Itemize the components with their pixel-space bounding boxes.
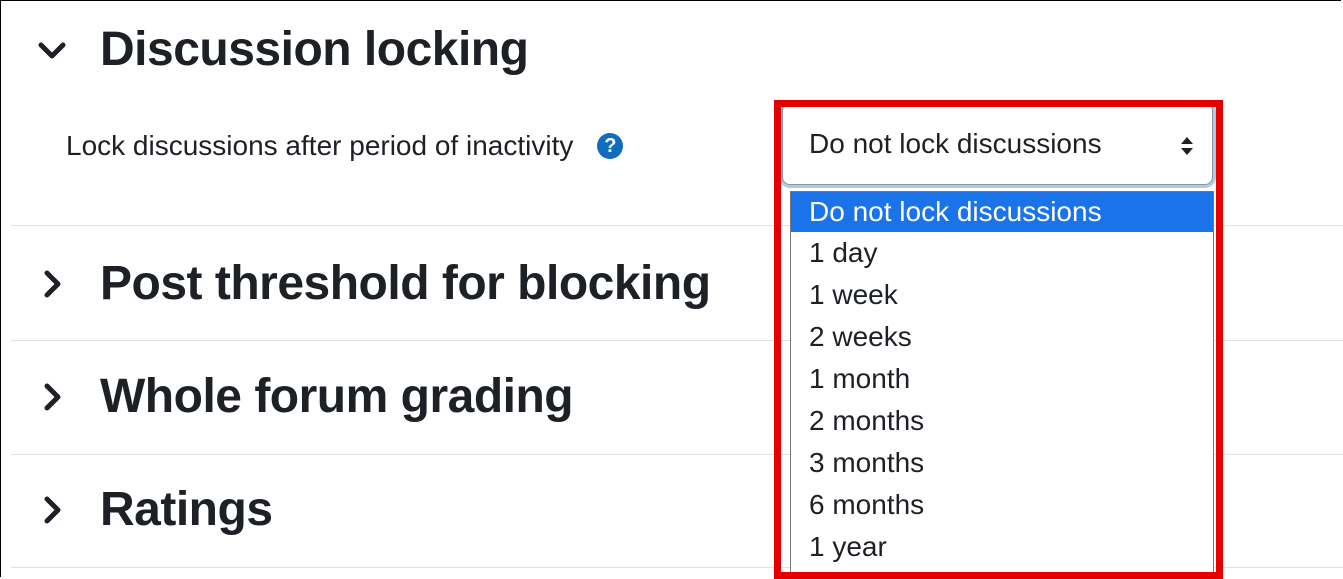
chevron-right-icon[interactable] xyxy=(32,490,72,530)
section-header-ratings[interactable]: Ratings xyxy=(32,482,273,537)
select-dropdown-list[interactable]: Do not lock discussions 1 day 1 week 2 w… xyxy=(790,191,1214,574)
section-title: Post threshold for blocking xyxy=(100,257,711,310)
lock-discussions-select[interactable]: Do not lock discussions xyxy=(782,103,1213,185)
section-header-post-threshold[interactable]: Post threshold for blocking xyxy=(32,256,711,311)
field-label: Lock discussions after period of inactiv… xyxy=(66,130,574,161)
dropdown-option[interactable]: 2 months xyxy=(791,400,1213,442)
dropdown-option[interactable]: 2 weeks xyxy=(791,316,1213,358)
select-arrows-icon xyxy=(1180,136,1194,156)
dropdown-option[interactable]: 1 week xyxy=(791,274,1213,316)
dropdown-option[interactable]: 1 year xyxy=(791,526,1213,568)
section-header-discussion-locking[interactable]: Discussion locking xyxy=(32,22,529,77)
dropdown-option[interactable]: 3 months xyxy=(791,442,1213,484)
dropdown-option[interactable]: 6 months xyxy=(791,484,1213,526)
help-icon[interactable]: ? xyxy=(597,133,624,159)
chevron-down-icon[interactable] xyxy=(32,30,72,70)
section-title: Ratings xyxy=(100,483,273,536)
dropdown-option[interactable]: 1 month xyxy=(791,358,1213,400)
chevron-right-icon[interactable] xyxy=(32,377,72,417)
dropdown-option[interactable]: 1 day xyxy=(791,232,1213,274)
section-title: Discussion locking xyxy=(100,23,529,76)
select-current-value: Do not lock discussions xyxy=(809,128,1102,159)
dropdown-option[interactable]: Do not lock discussions xyxy=(791,192,1213,232)
section-title: Whole forum grading xyxy=(100,370,574,423)
section-header-whole-forum-grading[interactable]: Whole forum grading xyxy=(32,369,574,424)
lock-discussions-field: Lock discussions after period of inactiv… xyxy=(66,130,624,162)
chevron-right-icon[interactable] xyxy=(32,264,72,304)
